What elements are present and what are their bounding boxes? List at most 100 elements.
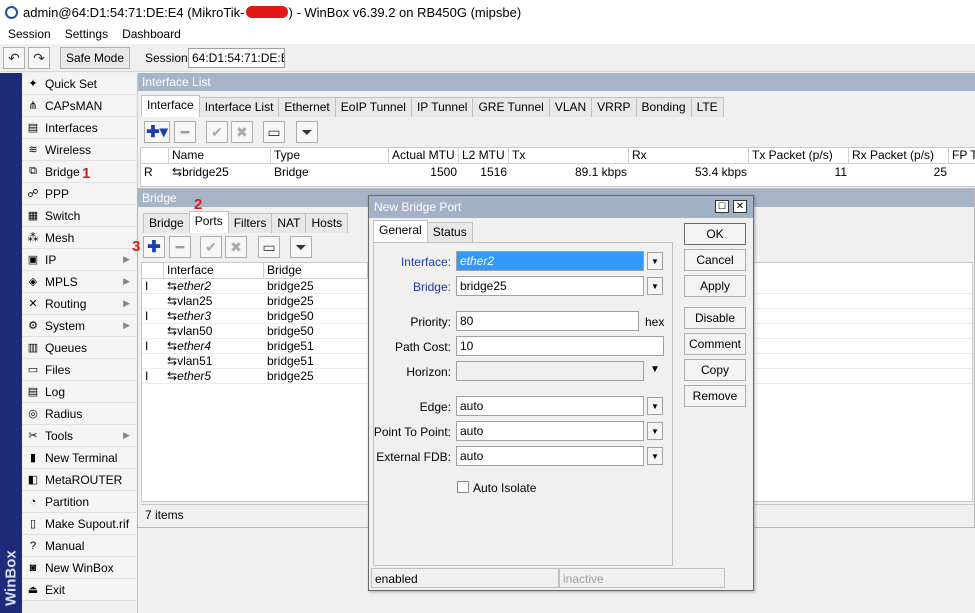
disable-button[interactable]: ✖ (231, 121, 253, 143)
external-fdb-select[interactable]: auto (456, 446, 644, 466)
edge-select[interactable]: auto (456, 396, 644, 416)
sidebar-item-quick-set[interactable]: ✦ Quick Set (22, 73, 136, 95)
sidebar-item-log[interactable]: ▤ Log (22, 381, 136, 403)
sidebar-item-ppp[interactable]: ☍ PPP (22, 183, 136, 205)
disable-port-button[interactable]: ✖ (225, 236, 247, 258)
ok-button[interactable]: OK (684, 223, 746, 245)
comment-port-button[interactable]: ▭ (258, 236, 280, 258)
enable-port-button[interactable]: ✔ (200, 236, 222, 258)
tab-status[interactable]: Status (426, 222, 473, 242)
col-name[interactable]: Name (169, 148, 271, 164)
menu-dashboard[interactable]: Dashboard (122, 27, 181, 41)
comment-button[interactable]: Comment (684, 333, 746, 355)
sidebar-item-make-supout-rif[interactable]: ▯ Make Supout.rif (22, 513, 136, 535)
bridge-tab-ports[interactable]: Ports (188, 211, 229, 233)
sidebar-item-new-terminal[interactable]: ▮ New Terminal (22, 447, 136, 469)
exit-icon: ⏏ (27, 584, 39, 596)
iflist-tab-bonding[interactable]: Bonding (635, 97, 692, 117)
metarouter-icon: ◧ (27, 474, 39, 486)
enable-button[interactable]: ✔ (206, 121, 228, 143)
col-bridge[interactable]: Bridge (264, 263, 368, 279)
sidebar-item-metarouter[interactable]: ◧ MetaROUTER (22, 469, 136, 491)
tab-general[interactable]: General (373, 220, 428, 242)
port-icon: ⇆ (167, 309, 178, 323)
col-rx[interactable]: Rx (629, 148, 749, 164)
p2p-dropdown[interactable]: ▼ (647, 422, 663, 440)
iflist-tab-interface-list[interactable]: Interface List (198, 97, 280, 117)
sidebar-item-wireless[interactable]: ≋ Wireless (22, 139, 136, 161)
undo-button[interactable]: ↶ (3, 47, 25, 69)
redo-button[interactable]: ↷ (28, 47, 50, 69)
sidebar-item-capsman[interactable]: ⋔ CAPsMAN (22, 95, 136, 117)
iflist-tab-eoip-tunnel[interactable]: EoIP Tunnel (334, 97, 412, 117)
auto-isolate-checkbox[interactable] (457, 481, 469, 493)
menu-session[interactable]: Session (8, 27, 51, 41)
sidebar-item-interfaces[interactable]: ▤ Interfaces (22, 117, 136, 139)
sidebar-item-system[interactable]: ⚙ System ▶ (22, 315, 136, 337)
remove-button[interactable]: Remove (684, 385, 746, 407)
redo-icon: ↷ (33, 49, 45, 66)
sidebar-item-routing[interactable]: ✕ Routing ▶ (22, 293, 136, 315)
maximize-button[interactable]: ☐ (715, 200, 729, 213)
iflist-tab-ethernet[interactable]: Ethernet (278, 97, 336, 117)
comment-button[interactable]: ▭ (263, 121, 285, 143)
bridge-select[interactable]: bridge25 (456, 276, 644, 296)
disable-button[interactable]: Disable (684, 307, 746, 329)
sidebar-item-files[interactable]: ▭ Files (22, 359, 136, 381)
sidebar-item-tools[interactable]: ✂ Tools ▶ (22, 425, 136, 447)
sidebar-item-queues[interactable]: ▥ Queues (22, 337, 136, 359)
interface-select[interactable]: ether2 (456, 251, 644, 271)
col-l2-mtu[interactable]: L2 MTU (459, 148, 509, 164)
sidebar-item-mesh[interactable]: ⁂ Mesh (22, 227, 136, 249)
sidebar-item-bridge[interactable]: ⧉ Bridge (22, 161, 136, 183)
interface-dropdown[interactable]: ▼ (647, 252, 663, 270)
gear-icon: ⚙ (28, 320, 38, 332)
iflist-tab-lte[interactable]: LTE (690, 97, 724, 117)
col-tx-packet[interactable]: Tx Packet (p/s) (749, 148, 849, 164)
remove-port-button[interactable]: ━ (169, 236, 191, 258)
p2p-select[interactable]: auto (456, 421, 644, 441)
bridge-tab-filters[interactable]: Filters (227, 213, 273, 233)
iflist-tab-vrrp[interactable]: VRRP (591, 97, 637, 117)
col-rx-packet[interactable]: Rx Packet (p/s) (849, 148, 949, 164)
bridge-dropdown[interactable]: ▼ (647, 277, 663, 295)
cancel-button[interactable]: Cancel (684, 249, 746, 271)
col-interface[interactable]: Interface (164, 263, 264, 279)
iflist-tab-interface[interactable]: Interface (141, 95, 200, 117)
sidebar-item-radius[interactable]: ◎ Radius (22, 403, 136, 425)
iflist-tab-ip-tunnel[interactable]: IP Tunnel (410, 97, 474, 117)
sidebar-item-partition[interactable]: ◔ Partition (22, 491, 136, 513)
sidebar-item-new-winbox[interactable]: ◙ New WinBox (22, 557, 136, 579)
safe-mode-button[interactable]: Safe Mode (60, 47, 130, 69)
apply-button[interactable]: Apply (684, 275, 746, 297)
edge-dropdown[interactable]: ▼ (647, 397, 663, 415)
col-fp-tx[interactable]: FP Tx (949, 148, 975, 164)
horizon-dropdown-icon[interactable]: ▼ (650, 364, 660, 375)
sidebar-item-manual[interactable]: ? Manual (22, 535, 136, 557)
sidebar-item-ip[interactable]: ▣ IP ▶ (22, 249, 136, 271)
external-fdb-dropdown[interactable]: ▼ (647, 447, 663, 465)
menu-settings[interactable]: Settings (65, 27, 108, 41)
filter-port-button[interactable]: ⏷ (290, 236, 312, 258)
remove-button[interactable]: ━ (174, 121, 196, 143)
priority-field[interactable]: 80 (456, 311, 639, 331)
col-type[interactable]: Type (271, 148, 389, 164)
filter-button[interactable]: ⏷ (296, 121, 318, 143)
bridge-tab-bridge[interactable]: Bridge (143, 213, 190, 233)
add-port-button[interactable]: ✚ (143, 236, 165, 258)
sidebar-item-switch[interactable]: ▦ Switch (22, 205, 136, 227)
sidebar-item-exit[interactable]: ⏏ Exit (22, 579, 136, 601)
path-cost-field[interactable]: 10 (456, 336, 664, 356)
col-actual-mtu[interactable]: Actual MTU (389, 148, 459, 164)
bridge-tab-hosts[interactable]: Hosts (305, 213, 349, 233)
add-button[interactable]: ✚▾ (144, 121, 170, 143)
col-tx[interactable]: Tx (509, 148, 629, 164)
session-field[interactable]: 64:D1:54:71:DE:E4 (188, 48, 285, 68)
copy-button[interactable]: Copy (684, 359, 746, 381)
sidebar-item-mpls[interactable]: ◈ MPLS ▶ (22, 271, 136, 293)
iflist-tab-vlan[interactable]: VLAN (548, 97, 593, 117)
close-button[interactable]: ✕ (733, 200, 747, 213)
horizon-field[interactable] (456, 361, 644, 381)
iflist-tab-gre-tunnel[interactable]: GRE Tunnel (472, 97, 550, 117)
bridge-tab-nat[interactable]: NAT (271, 213, 307, 233)
